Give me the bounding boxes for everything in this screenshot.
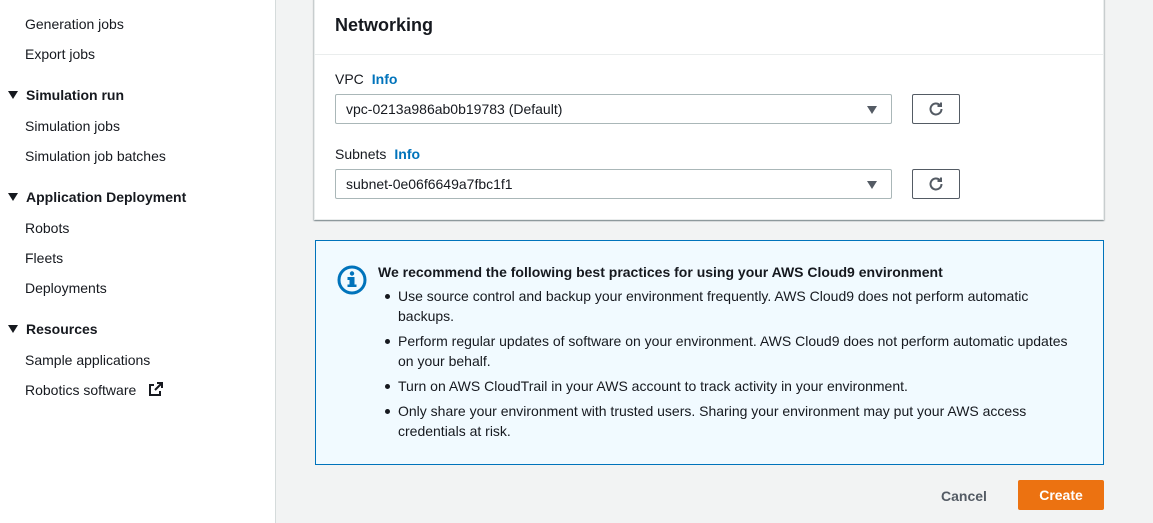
list-item: Turn on AWS CloudTrail in your AWS accou… xyxy=(378,376,1078,396)
nav-section-title: Application Deployment xyxy=(26,189,187,205)
list-item: Perform regular updates of software on y… xyxy=(378,331,1078,371)
vpc-select[interactable]: vpc-0213a986ab0b19783 (Default) xyxy=(335,94,892,124)
caret-down-icon xyxy=(8,325,18,333)
panel-header: Networking xyxy=(315,0,1103,55)
nav-robots[interactable]: Robots xyxy=(25,219,69,237)
nav-sample-applications[interactable]: Sample applications xyxy=(25,351,150,369)
subnet-select[interactable]: subnet-0e06f6649a7fbc1f1 xyxy=(335,169,892,199)
refresh-icon xyxy=(929,102,943,116)
vpc-label-text: VPC xyxy=(335,71,364,87)
subnets-label: Subnets Info xyxy=(335,145,420,163)
subnet-refresh-button[interactable] xyxy=(912,169,960,199)
list-item: Only share your environment with trusted… xyxy=(378,401,1078,441)
refresh-icon xyxy=(929,177,943,191)
nav-link-label: Robotics software xyxy=(25,382,137,398)
nav-section-title: Simulation run xyxy=(26,87,124,103)
nav-section-simulation-run[interactable]: Simulation run xyxy=(8,86,124,104)
nav-section-resources[interactable]: Resources xyxy=(8,320,98,338)
list-item: Use source control and backup your envir… xyxy=(378,286,1078,326)
sidebar: Generation jobs Export jobs Simulation r… xyxy=(0,0,276,523)
nav-simulation-jobs[interactable]: Simulation jobs xyxy=(25,117,120,135)
info-circle-icon xyxy=(337,265,367,295)
networking-panel: Networking VPC Info vpc-0213a986ab0b19783… xyxy=(314,0,1104,220)
dropdown-arrow-icon xyxy=(867,106,877,114)
nav-deployments[interactable]: Deployments xyxy=(25,279,107,297)
vpc-label: VPC Info xyxy=(335,70,397,88)
nav-robotics-software[interactable]: Robotics software xyxy=(25,381,164,399)
subnet-select-value: subnet-0e06f6649a7fbc1f1 xyxy=(346,176,513,192)
alert-list: Use source control and backup your envir… xyxy=(378,286,1078,446)
vpc-info-link[interactable]: Info xyxy=(372,71,398,87)
subnets-info-link[interactable]: Info xyxy=(394,146,420,162)
vpc-refresh-button[interactable] xyxy=(912,94,960,124)
create-button[interactable]: Create xyxy=(1018,480,1104,510)
vpc-select-value: vpc-0213a986ab0b19783 (Default) xyxy=(346,101,563,117)
best-practices-alert: We recommend the following best practice… xyxy=(315,240,1104,465)
nav-fleets[interactable]: Fleets xyxy=(25,249,63,267)
dropdown-arrow-icon xyxy=(867,181,877,189)
nav-section-application-deployment[interactable]: Application Deployment xyxy=(8,188,186,206)
main-content: Networking VPC Info vpc-0213a986ab0b19783… xyxy=(277,0,1153,523)
caret-down-icon xyxy=(8,91,18,99)
alert-title: We recommend the following best practice… xyxy=(378,264,943,280)
nav-export-jobs[interactable]: Export jobs xyxy=(25,45,95,63)
nav-section-title: Resources xyxy=(26,321,98,337)
caret-down-icon xyxy=(8,193,18,201)
subnets-label-text: Subnets xyxy=(335,146,387,162)
panel-title: Networking xyxy=(335,15,434,35)
nav-generation-jobs[interactable]: Generation jobs xyxy=(25,15,124,33)
external-link-icon xyxy=(149,382,164,396)
cancel-button[interactable]: Cancel xyxy=(929,482,999,510)
nav-simulation-job-batches[interactable]: Simulation job batches xyxy=(25,147,166,165)
